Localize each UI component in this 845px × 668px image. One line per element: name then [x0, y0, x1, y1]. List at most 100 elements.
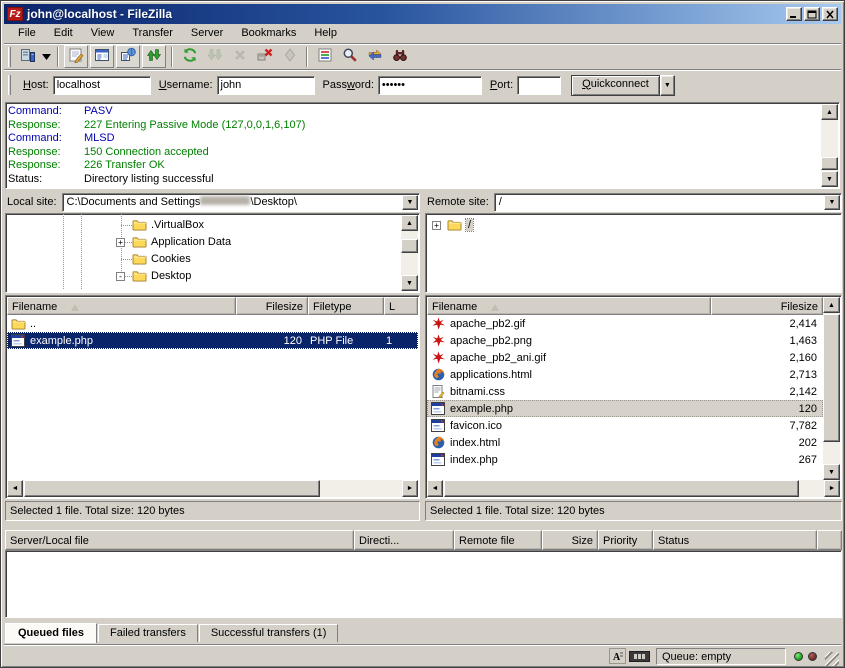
local-site-combo[interactable]: C:\Documents and Settings\Desktop\ ▼	[62, 193, 420, 212]
scroll-thumb[interactable]	[444, 480, 799, 497]
expand-icon[interactable]: +	[116, 238, 125, 247]
password-input[interactable]: ••••••	[378, 76, 482, 95]
refresh-button[interactable]	[177, 45, 202, 68]
file-row[interactable]: apache_pb2_ani.gif2,160	[427, 349, 823, 366]
column-header-l[interactable]: L	[384, 297, 418, 315]
username-input[interactable]: john	[217, 76, 315, 95]
collapse-icon[interactable]: -	[116, 272, 125, 281]
synchronized-browsing-button[interactable]	[362, 45, 387, 68]
column-header-filetype[interactable]: Filetype	[308, 297, 384, 315]
scroll-thumb[interactable]	[401, 239, 418, 253]
scroll-thumb[interactable]	[821, 157, 838, 170]
menu-server[interactable]: Server	[182, 25, 232, 42]
find-files-button[interactable]	[387, 45, 412, 68]
queue-column-priority[interactable]: Priority	[598, 530, 653, 550]
scroll-down-icon[interactable]: ▼	[401, 275, 418, 291]
reconnect-button[interactable]	[277, 45, 302, 68]
toggle-message-log-button[interactable]	[64, 45, 88, 68]
column-header-filesize[interactable]: Filesize	[711, 297, 823, 315]
process-queue-button[interactable]	[202, 45, 227, 68]
maximize-button[interactable]	[804, 7, 820, 21]
file-row[interactable]: applications.html2,713	[427, 366, 823, 383]
list-vertical-scrollbar[interactable]: ▲▼	[823, 297, 840, 480]
queue-column-end[interactable]	[817, 530, 842, 550]
disconnect-button[interactable]	[252, 45, 277, 68]
directory-comparison-button[interactable]	[337, 45, 362, 68]
combo-dropdown-icon[interactable]: ▼	[402, 195, 418, 210]
file-row[interactable]: apache_pb2.png1,463	[427, 332, 823, 349]
scroll-right-icon[interactable]: ►	[402, 480, 418, 497]
menu-view[interactable]: View	[82, 25, 124, 42]
filter-button[interactable]	[312, 45, 337, 68]
tree-scrollbar[interactable]: ▲▼	[401, 215, 418, 291]
menu-transfer[interactable]: Transfer	[123, 25, 182, 42]
speed-limits-indicator-icon[interactable]	[629, 651, 650, 662]
tab-failed-transfers[interactable]: Failed transfers	[98, 624, 198, 642]
transfer-type-indicator-icon[interactable]: A	[609, 648, 626, 664]
column-header-filesize[interactable]: Filesize	[236, 297, 308, 315]
scroll-down-icon[interactable]: ▼	[823, 464, 840, 480]
host-input[interactable]: localhost	[53, 76, 151, 95]
menu-edit[interactable]: Edit	[45, 25, 82, 42]
message-log-scrollbar[interactable]: ▲ ▼	[821, 104, 838, 187]
title-bar[interactable]: Fz john@localhost - FileZilla	[4, 4, 841, 24]
port-input[interactable]	[517, 76, 561, 95]
queue-column-server-local-file[interactable]: Server/Local file	[5, 530, 354, 550]
quickconnect-dropdown-button[interactable]: ▼	[660, 75, 675, 96]
tree-item[interactable]: .VirtualBox	[6, 217, 401, 234]
scroll-up-icon[interactable]: ▲	[821, 104, 838, 120]
tab-successful-transfers-[interactable]: Successful transfers (1)	[199, 624, 339, 642]
file-row[interactable]: index.html202	[427, 434, 823, 451]
scroll-thumb[interactable]	[823, 314, 840, 442]
transfer-queue-body[interactable]	[5, 550, 842, 618]
queue-column-status[interactable]: Status	[653, 530, 817, 550]
menu-help[interactable]: Help	[305, 25, 346, 42]
scroll-down-icon[interactable]: ▼	[821, 171, 838, 187]
file-row[interactable]: index.php267	[427, 451, 823, 468]
list-horizontal-scrollbar[interactable]: ◄►	[427, 480, 840, 497]
file-row[interactable]: bitnami.css2,142	[427, 383, 823, 400]
file-row[interactable]: example.php120PHP File1	[7, 332, 418, 349]
list-horizontal-scrollbar[interactable]: ◄►	[7, 480, 418, 497]
queue-column-directi-[interactable]: Directi...	[354, 530, 454, 550]
site-manager-dropdown-button[interactable]	[40, 45, 53, 68]
tree-item[interactable]: Cookies	[6, 251, 401, 268]
remote-site-combo[interactable]: / ▼	[494, 193, 842, 212]
scroll-up-icon[interactable]: ▲	[823, 297, 840, 313]
toggle-remote-tree-button[interactable]	[116, 45, 140, 68]
resize-grip[interactable]	[825, 652, 839, 666]
scroll-right-icon[interactable]: ►	[824, 480, 840, 497]
file-row[interactable]: ..	[7, 315, 418, 332]
toggle-transfer-queue-button[interactable]	[142, 45, 166, 68]
local-file-list[interactable]: FilenameFilesizeFiletypeL..example.php12…	[5, 295, 420, 499]
column-header-filename[interactable]: Filename	[427, 297, 711, 315]
remote-file-list[interactable]: FilenameFilesizeapache_pb2.gif2,414apach…	[425, 295, 842, 499]
column-header-filename[interactable]: Filename	[7, 297, 236, 315]
close-button[interactable]	[822, 7, 838, 21]
local-directory-tree[interactable]: .VirtualBox+Application DataCookies-Desk…	[5, 213, 420, 293]
cancel-operation-button[interactable]	[227, 45, 252, 68]
quickconnect-button[interactable]: Quickconnect	[571, 75, 660, 96]
menu-bookmarks[interactable]: Bookmarks	[232, 25, 305, 42]
tree-item[interactable]: -Desktop	[6, 268, 401, 285]
expand-icon[interactable]: +	[432, 221, 441, 230]
minimize-button[interactable]	[786, 7, 802, 21]
list-rows: apache_pb2.gif2,414apache_pb2.png1,463ap…	[427, 315, 823, 480]
scroll-thumb[interactable]	[24, 480, 320, 497]
queue-column-remote-file[interactable]: Remote file	[454, 530, 542, 550]
menu-file[interactable]: File	[9, 25, 45, 42]
combo-dropdown-icon[interactable]: ▼	[824, 195, 840, 210]
file-row[interactable]: favicon.ico7,782	[427, 417, 823, 434]
file-row[interactable]: apache_pb2.gif2,414	[427, 315, 823, 332]
scroll-left-icon[interactable]: ◄	[427, 480, 443, 497]
site-manager-button[interactable]	[15, 45, 40, 68]
scroll-up-icon[interactable]: ▲	[401, 215, 418, 231]
file-row[interactable]: example.php120	[427, 400, 823, 417]
queue-column-size[interactable]: Size	[542, 530, 598, 550]
toggle-local-tree-button[interactable]	[90, 45, 114, 68]
scroll-left-icon[interactable]: ◄	[7, 480, 23, 497]
tab-queued-files[interactable]: Queued files	[5, 623, 97, 643]
remote-directory-tree[interactable]: +/	[425, 213, 842, 293]
tree-item[interactable]: +/	[426, 217, 839, 234]
tree-item[interactable]: +Application Data	[6, 234, 401, 251]
